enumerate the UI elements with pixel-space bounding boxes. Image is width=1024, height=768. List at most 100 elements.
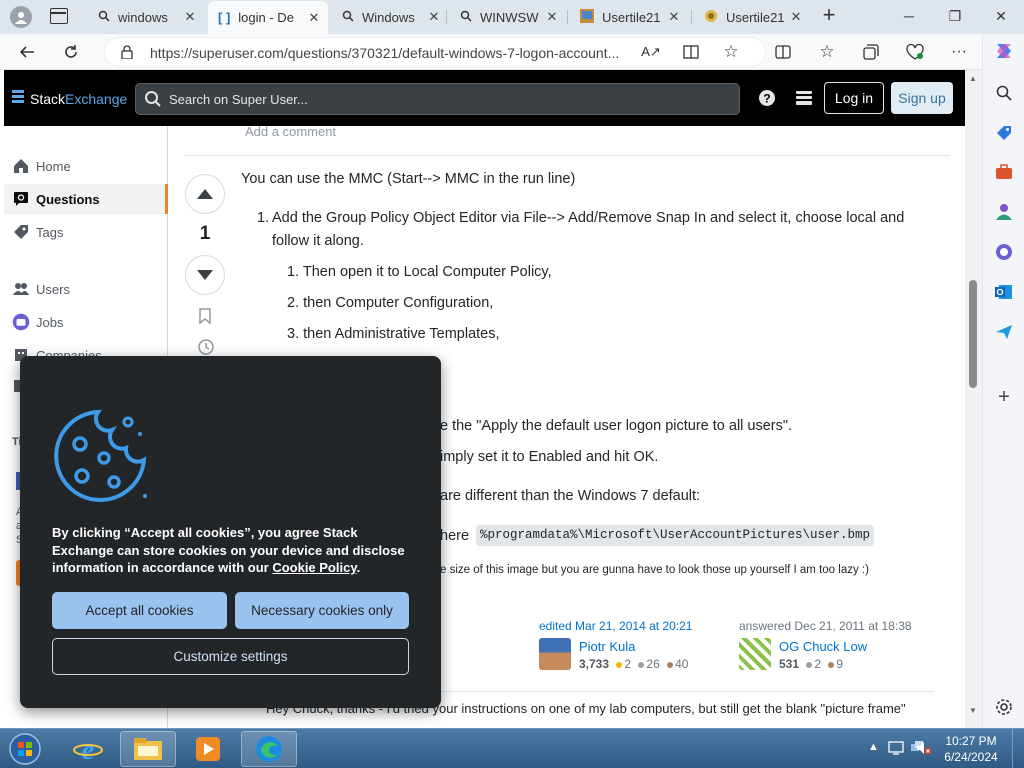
new-tab-button[interactable]: +	[818, 4, 840, 28]
tab-label: WINWSW	[480, 9, 539, 25]
scroll-thumb[interactable]	[969, 280, 977, 388]
copilot-icon[interactable]	[993, 40, 1015, 62]
shopping-tag-icon[interactable]	[993, 122, 1015, 144]
favorite-star-icon[interactable]: ☆	[716, 38, 746, 66]
editor-username[interactable]: Piotr Kula	[579, 639, 635, 654]
editor-gold: 2	[624, 657, 632, 671]
tab-usertile-2[interactable]: Usertile21 ✕	[694, 4, 810, 30]
editor-rep: 3,733	[579, 657, 610, 671]
tools-icon[interactable]	[993, 161, 1015, 183]
silver-badge-icon	[806, 661, 813, 668]
show-desktop-button[interactable]	[1012, 729, 1024, 768]
browser-essentials-icon[interactable]	[900, 38, 930, 66]
nav-home[interactable]: Home	[4, 151, 168, 181]
edited-timestamp-link[interactable]: edited Mar 21, 2014 at 20:21	[539, 619, 692, 633]
media-player-icon[interactable]	[180, 731, 236, 767]
downvote-button[interactable]	[185, 255, 225, 295]
scroll-down-arrow[interactable]: ▼	[969, 706, 977, 715]
superuser-icon: [ ]	[218, 10, 231, 25]
close-icon[interactable]: ✕	[426, 9, 442, 25]
home-icon	[12, 158, 30, 174]
search-icon[interactable]	[993, 82, 1015, 104]
bookmark-icon[interactable]	[196, 307, 214, 325]
customize-settings-button[interactable]: Customize settings	[52, 638, 409, 675]
tab-winwsw[interactable]: WINWSW ✕	[450, 4, 566, 30]
tab-usertile-1[interactable]: Usertile21 ✕	[570, 4, 688, 30]
back-button[interactable]	[12, 38, 42, 66]
close-icon[interactable]: ✕	[306, 10, 322, 26]
gold-badge-icon	[616, 661, 623, 668]
settings-gear-icon[interactable]	[993, 696, 1015, 718]
step-number: 1.	[257, 210, 270, 226]
nav-users-label: Users	[36, 281, 70, 297]
svg-text:?: ?	[763, 92, 770, 106]
step1-line1: Add the Group Policy Object Editor via F…	[272, 210, 905, 226]
close-icon[interactable]: ✕	[544, 9, 560, 25]
start-button[interactable]	[6, 731, 44, 767]
necessary-cookies-button[interactable]: Necessary cookies only	[235, 592, 409, 629]
lock-icon[interactable]	[121, 45, 133, 62]
cookie-policy-link[interactable]: Cookie Policy	[272, 560, 356, 575]
answerer-avatar[interactable]	[739, 638, 771, 670]
microsoft-365-icon[interactable]	[993, 241, 1015, 263]
close-icon[interactable]: ✕	[666, 9, 682, 25]
close-icon[interactable]: ✕	[788, 9, 804, 25]
collections-icon[interactable]	[856, 38, 886, 66]
address-bar[interactable]: https://superuser.com/questions/370321/d…	[104, 37, 766, 67]
login-button[interactable]: Log in	[824, 82, 884, 114]
tab-windows-search[interactable]: windows ✕	[88, 4, 204, 30]
more-menu-icon[interactable]: ···	[944, 38, 974, 66]
answerer-silver: 2	[814, 657, 822, 671]
signup-button[interactable]: Sign up	[891, 82, 953, 114]
restore-button[interactable]: ❐	[932, 0, 978, 32]
edge-taskbar-icon[interactable]	[241, 731, 297, 767]
accept-all-cookies-button[interactable]: Accept all cookies	[52, 592, 227, 629]
upvote-button[interactable]	[185, 174, 225, 214]
nav-questions[interactable]: Questions	[4, 184, 168, 214]
close-window-button[interactable]: ✕	[978, 0, 1024, 32]
volume-muted-icon[interactable]	[916, 741, 932, 758]
nav-questions-label: Questions	[36, 191, 100, 207]
send-icon[interactable]	[993, 321, 1015, 343]
close-icon[interactable]: ✕	[182, 9, 198, 25]
bronze-badge-icon	[667, 661, 674, 668]
page-scrollbar[interactable]: ▲ ▼	[965, 70, 982, 728]
refresh-button[interactable]	[56, 38, 86, 66]
games-icon[interactable]	[993, 201, 1015, 223]
history-icon[interactable]	[196, 338, 214, 356]
internet-explorer-icon[interactable]: e	[60, 731, 116, 767]
answerer-rep: 531	[779, 657, 800, 671]
editor-bronze: 40	[675, 657, 689, 671]
image-icon	[580, 8, 594, 26]
search-icon	[460, 10, 472, 25]
help-icon[interactable]: ?	[756, 88, 778, 108]
nav-tags[interactable]: Tags	[4, 217, 168, 247]
system-clock[interactable]: 10:27 PM 6/24/2024	[936, 733, 1006, 765]
add-comment-link[interactable]: Add a comment	[245, 124, 336, 139]
stackexchange-logo[interactable]: Stack Exchange	[12, 90, 127, 107]
tray-expand-icon[interactable]: ▲	[868, 741, 879, 753]
read-aloud-icon[interactable]: A↗	[636, 38, 666, 66]
site-search-input[interactable]: Search on Super User...	[135, 83, 740, 115]
answerer-username[interactable]: OG Chuck Low	[779, 639, 867, 654]
editor-reputation: 3,733 2 26 40	[579, 657, 688, 671]
action-center-icon[interactable]	[888, 741, 904, 758]
scroll-up-arrow[interactable]: ▲	[969, 74, 977, 83]
add-sidebar-app-icon[interactable]: +	[993, 386, 1015, 408]
immersive-reader-icon[interactable]	[676, 38, 706, 66]
site-switcher-icon[interactable]	[793, 88, 815, 108]
profile-avatar[interactable]	[10, 6, 32, 28]
tab-actions-icon[interactable]	[50, 8, 68, 24]
favorites-icon[interactable]: ☆	[812, 38, 842, 66]
split-screen-icon[interactable]	[768, 38, 798, 66]
nav-jobs[interactable]: Jobs	[4, 307, 168, 337]
tab-windows[interactable]: Windows ✕	[332, 4, 448, 30]
file-explorer-icon[interactable]	[120, 731, 176, 767]
nav-users[interactable]: Users	[4, 274, 168, 304]
minimize-button[interactable]: ─	[886, 0, 932, 32]
editor-avatar[interactable]	[539, 638, 571, 670]
code-path: %programdata%\Microsoft\UserAccountPictu…	[476, 525, 875, 546]
outlook-icon[interactable]	[993, 281, 1015, 303]
tab-login-active[interactable]: [ ] login - De ✕	[208, 1, 328, 34]
logo-exchange: Exchange	[65, 90, 128, 107]
